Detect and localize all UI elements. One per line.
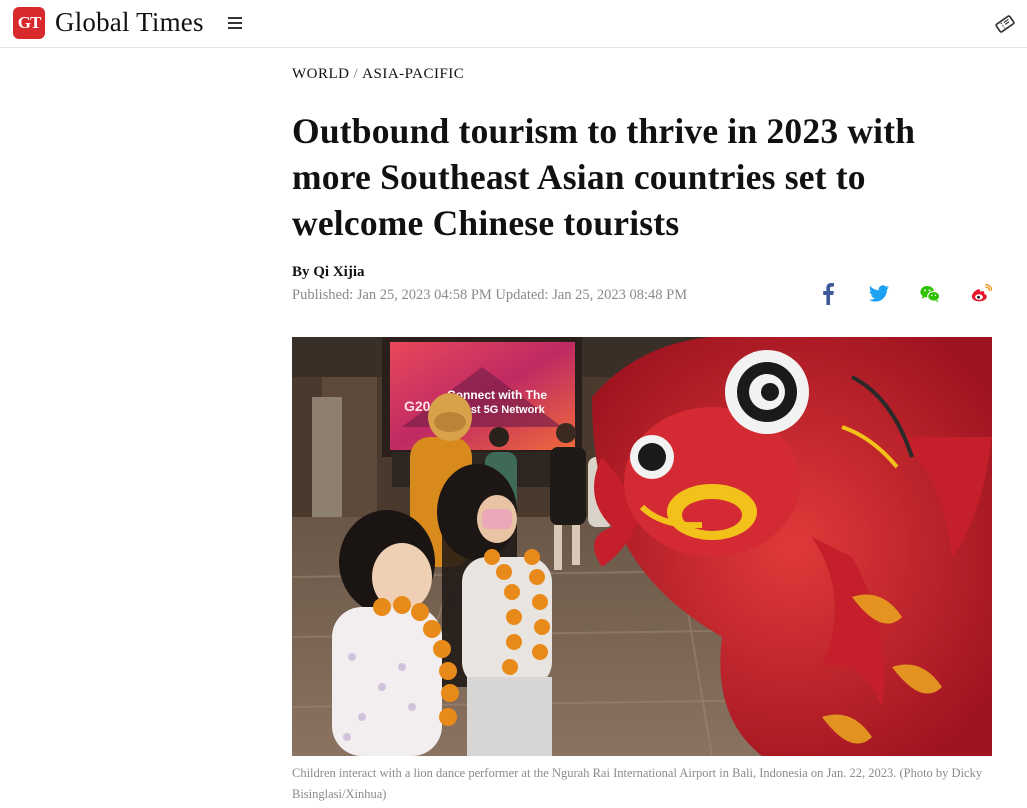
- logo-badge[interactable]: GT: [13, 7, 45, 39]
- photo-caption: Children interact with a lion dance perf…: [292, 766, 983, 801]
- site-logo-text[interactable]: Global Times: [55, 7, 204, 38]
- hamburger-menu-icon[interactable]: [228, 17, 242, 29]
- section-link-world[interactable]: WORLD: [292, 66, 350, 82]
- article-byline[interactable]: By Qi Xijia: [292, 264, 365, 281]
- ticket-icon[interactable]: [994, 13, 1016, 35]
- breadcrumb: WORLD / ASIA-PACIFIC: [292, 66, 464, 83]
- weibo-icon[interactable]: [970, 283, 992, 305]
- facebook-icon[interactable]: [821, 283, 835, 305]
- section-link-asia-pacific[interactable]: ASIA-PACIFIC: [362, 66, 464, 82]
- article-headline: Outbound tourism to thrive in 2023 with …: [292, 111, 916, 243]
- twitter-icon[interactable]: [868, 283, 890, 305]
- screen-logo: G20: [404, 398, 431, 414]
- article-photo: Connect with The Fastest 5G Network G20: [292, 337, 992, 756]
- wechat-icon[interactable]: [919, 283, 941, 305]
- breadcrumb-separator: /: [353, 66, 359, 82]
- published-date: Published: Jan 25, 2023 04:58 PM Updated…: [292, 287, 688, 303]
- top-navigation-bar: GT Global Times: [0, 0, 1027, 48]
